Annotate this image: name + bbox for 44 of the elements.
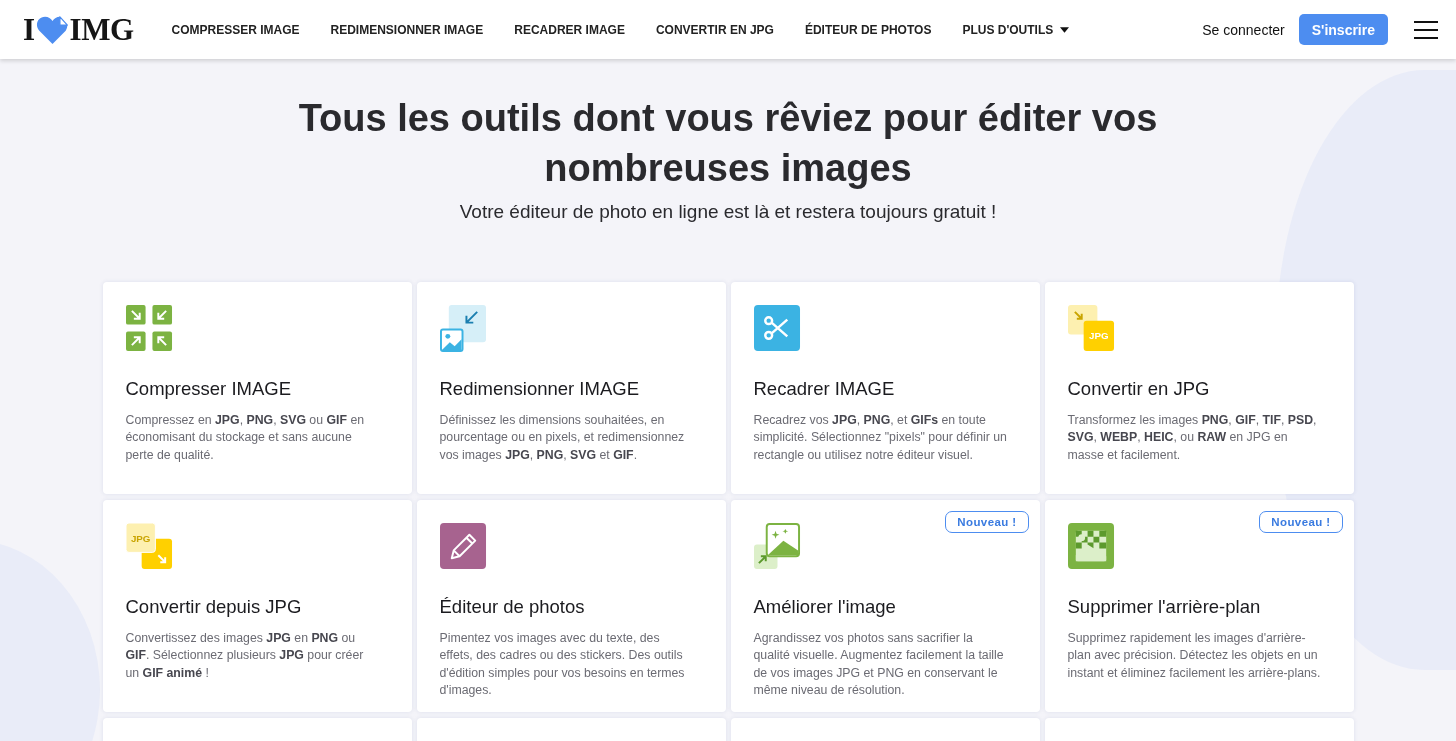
tool-card[interactable]: Redimensionner IMAGE Définissez les dimensions souhaitées, en pourcentage ou en pixels, et redimensionnez vos images JPG, PNG, SVG et GIF. [416, 282, 726, 494]
tool-card[interactable]: Nouveau ! Améliorer l'image Agrandissez vos photos sans sacrifier la qualité visuelle. Augmentez facilement la taille de vos images JPG et PNG en conservant le même niveau de résolution. [730, 500, 1040, 712]
nav-link[interactable]: REDIMENSIONNER IMAGE [330, 22, 484, 37]
resize-image-icon [439, 305, 487, 352]
tool-title: Éditeur de photos [439, 596, 586, 618]
tool-description: Compressez en JPG, PNG, SVG ou GIF en économisant du stockage et sans aucune perte de qualité. [125, 412, 366, 464]
tool-card[interactable]: Éditeur de photos Pimentez vos images avec du texte, des effets, des cadres ou des stickers. Des outils d'édition simples pour vos besoins en termes d'images. [416, 500, 726, 712]
logo[interactable]: I IMG [23, 11, 134, 48]
tool-title: Convertir depuis JPG [125, 596, 303, 618]
nav-link[interactable]: PLUS D'OUTILS [962, 22, 1070, 37]
tool-card[interactable]: Nouveau ! Supprimer l'arrière-plan Supprimez rapidement les images d'arrière-plan avec précision. Détectez les objets en un instant et éliminez facilement les arrière-plans. [1044, 500, 1354, 712]
tool-card[interactable]: Compresser IMAGE Compressez en JPG, PNG, SVG ou GIF en économisant du stockage et sans aucune perte de qualité. [102, 282, 412, 494]
enhance-image-icon [753, 523, 801, 570]
tool-card[interactable]: JPG Convertir depuis JPG Convertissez des images JPG en PNG ou GIF. Sélectionnez plusieurs JPG pour créer un GIF animé ! [102, 500, 412, 712]
tool-description: Agrandissez vos photos sans sacrifier la qualité visuelle. Augmentez facilement la taille de vos images JPG et PNG en conservant le même niveau de résolution. [753, 630, 1005, 699]
compress-arrows-icon [125, 305, 173, 352]
nav-link[interactable]: COMPRESSER IMAGE [171, 22, 300, 37]
pencil-icon [439, 523, 487, 570]
new-badge: Nouveau ! [945, 511, 1029, 533]
tool-card[interactable]: Recadrer IMAGE Recadrez vos JPG, PNG, et GIFs en toute simplicité. Sélectionnez "pixels" pour définir un rectangle ou utilisez notre éditeur visuel. [730, 282, 1040, 494]
tool-title: Compresser IMAGE [125, 378, 292, 400]
tool-description: Transformez les images PNG, GIF, TIF, PSD, SVG, WEBP, HEIC, ou RAW en JPG en masse et facilement. [1067, 412, 1318, 464]
hero-subtitle: Votre éditeur de photo en ligne est là et restera toujours gratuit ! [458, 201, 998, 223]
tool-description: Convertissez des images JPG en PNG ou GIF. Sélectionnez plusieurs JPG pour créer un GIF animé ! [125, 630, 365, 682]
tool-title: Recadrer IMAGE [753, 378, 896, 400]
new-badge: Nouveau ! [1259, 511, 1343, 533]
tool-description: Pimentez vos images avec du texte, des effets, des cadres ou des stickers. Des outils d'édition simples pour vos besoins en termes d'images. [439, 630, 686, 699]
remove-background-icon [1067, 523, 1115, 570]
nav-link[interactable]: CONVERTIR EN JPG [655, 22, 774, 37]
tool-title: Supprimer l'arrière-plan [1067, 596, 1262, 618]
tool-description: Définissez les dimensions souhaitées, en pourcentage ou en pixels, et redimensionnez vos images JPG, PNG, SVG et GIF. [439, 412, 686, 464]
tool-description: Supprimez rapidement les images d'arrière-plan avec précision. Détectez les objets en un instant et éliminez facilement les arrière-plans. [1067, 630, 1322, 682]
tool-card[interactable]: JPG Convertir en JPG Transformez les images PNG, GIF, TIF, PSD, SVG, WEBP, HEIC, ou RAW en JPG en masse et facilement. [1044, 282, 1354, 494]
tool-description: Recadrez vos JPG, PNG, et GIFs en toute simplicité. Sélectionnez "pixels" pour définir un rectangle ou utilisez notre éditeur visuel. [753, 412, 1008, 464]
hero-title: Tous les outils dont vous rêviez pour éditer vos nombreuses images [297, 96, 1159, 191]
menu-icon[interactable] [1414, 20, 1438, 39]
nav-link[interactable]: RECADRER IMAGE [514, 22, 625, 37]
tool-title: Améliorer l'image [753, 596, 897, 618]
tool-title: Redimensionner IMAGE [439, 378, 640, 400]
tool-title: Convertir en JPG [1067, 378, 1211, 400]
heart-icon [35, 14, 69, 45]
nav-link[interactable]: ÉDITEUR DE PHOTOS [804, 22, 932, 37]
scissors-icon [753, 305, 801, 352]
login-link[interactable]: Se connecter [1202, 21, 1285, 38]
